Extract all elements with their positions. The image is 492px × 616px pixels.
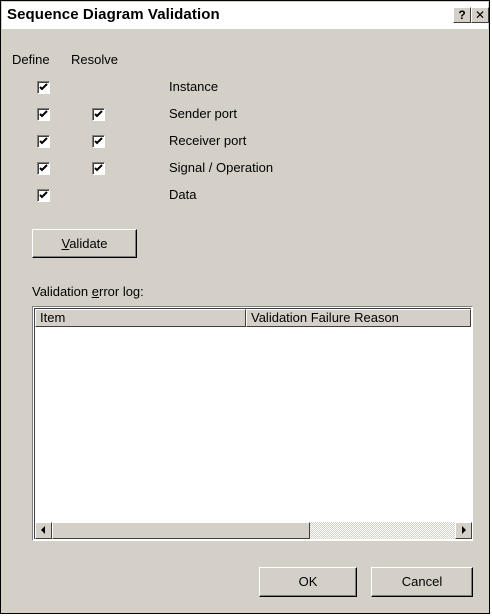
scroll-right-button[interactable] <box>455 522 472 539</box>
define-instance-checkbox[interactable] <box>37 81 50 94</box>
dialog-window: Sequence Diagram Validation ? ✕ Define R… <box>0 0 490 614</box>
row-label-instance: Instance <box>169 79 219 94</box>
scroll-left-button[interactable] <box>35 522 52 539</box>
close-icon: ✕ <box>474 8 486 22</box>
close-button[interactable]: ✕ <box>471 7 489 23</box>
validate-button[interactable]: Validate <box>32 229 137 258</box>
ok-button[interactable]: OK <box>259 567 357 597</box>
define-header: Define <box>12 52 50 67</box>
cancel-button[interactable]: Cancel <box>371 567 473 597</box>
validate-label: alidate <box>69 236 108 251</box>
right-arrow-icon <box>462 526 466 534</box>
column-header-validation-failure-reason[interactable]: Validation Failure Reason <box>246 309 471 327</box>
checkmark-icon <box>94 137 103 145</box>
define-signal-operation-checkbox[interactable] <box>37 162 50 175</box>
log-label-mnemonic: e <box>91 284 99 299</box>
checkmark-icon <box>39 83 48 91</box>
row-label-receiver-port: Receiver port <box>169 133 247 148</box>
resolve-receiver-port-checkbox[interactable] <box>92 135 105 148</box>
row-label-data: Data <box>169 187 197 202</box>
checkmark-icon <box>94 110 103 118</box>
row-label-signal-operation: Signal / Operation <box>169 160 274 175</box>
validation-error-log-label: Validation error log: <box>32 284 144 299</box>
log-label-start: Validation <box>32 284 92 299</box>
title-bar: Sequence Diagram Validation ? ✕ <box>2 2 489 30</box>
horizontal-scrollbar[interactable] <box>35 522 472 539</box>
list-inner: Item Validation Failure Reason <box>34 308 472 539</box>
checkmark-icon <box>39 191 48 199</box>
resolve-signal-operation-checkbox[interactable] <box>92 162 105 175</box>
column-header-item[interactable]: Item <box>35 309 246 327</box>
scrollbar-thumb[interactable] <box>52 522 310 539</box>
left-arrow-icon <box>41 526 45 534</box>
define-receiver-port-checkbox[interactable] <box>37 135 50 148</box>
window-title: Sequence Diagram Validation <box>7 6 220 23</box>
checkmark-icon <box>94 164 103 172</box>
resolve-sender-port-checkbox[interactable] <box>92 108 105 121</box>
validation-error-log-list[interactable]: Item Validation Failure Reason <box>32 306 473 541</box>
checkmark-icon <box>39 164 48 172</box>
define-sender-port-checkbox[interactable] <box>37 108 50 121</box>
row-label-sender-port: Sender port <box>169 106 237 121</box>
checkmark-icon <box>39 110 48 118</box>
help-button[interactable]: ? <box>453 7 471 23</box>
log-label-end: rror log: <box>98 284 144 299</box>
help-icon: ? <box>458 8 466 22</box>
resolve-header: Resolve <box>71 52 118 67</box>
define-data-checkbox[interactable] <box>37 189 50 202</box>
checkmark-icon <box>39 137 48 145</box>
scrollbar-track[interactable] <box>310 522 455 539</box>
